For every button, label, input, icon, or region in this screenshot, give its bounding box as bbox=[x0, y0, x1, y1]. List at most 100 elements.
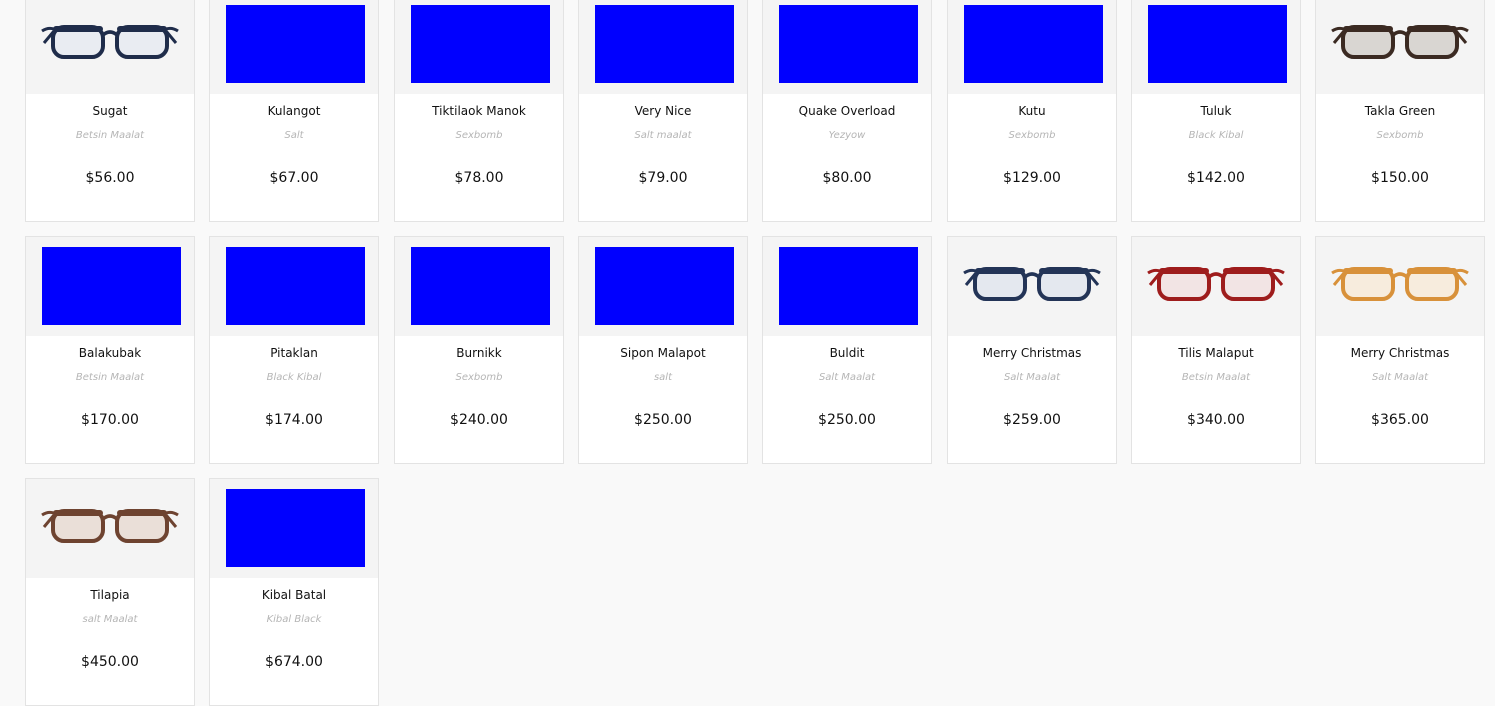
eyeglasses-icon bbox=[1331, 25, 1469, 59]
product-price: $80.00 bbox=[822, 170, 872, 186]
product-price: $365.00 bbox=[1371, 412, 1429, 428]
product-brand: Sexbomb bbox=[1008, 130, 1056, 141]
product-brand: Sexbomb bbox=[1376, 130, 1424, 141]
product-price: $79.00 bbox=[638, 170, 688, 186]
product-image[interactable] bbox=[948, 0, 1116, 94]
product-name[interactable]: Tilis Malaput bbox=[1132, 346, 1300, 360]
product-image[interactable] bbox=[210, 0, 378, 94]
product-price: $340.00 bbox=[1187, 412, 1245, 428]
product-name[interactable]: Sipon Malapot bbox=[579, 346, 747, 360]
product-brand: Salt maalat bbox=[634, 130, 692, 141]
product-card[interactable]: Takla Green Sexbomb $150.00 bbox=[1315, 0, 1485, 222]
image-placeholder bbox=[1148, 5, 1287, 83]
product-card[interactable]: Quake Overload Yezyow $80.00 bbox=[762, 0, 932, 222]
product-image[interactable] bbox=[395, 0, 563, 94]
product-price: $142.00 bbox=[1187, 170, 1245, 186]
product-image[interactable] bbox=[1316, 0, 1484, 94]
product-brand: Sexbomb bbox=[455, 372, 503, 383]
product-card[interactable]: Burnikk Sexbomb $240.00 bbox=[394, 236, 564, 464]
product-card[interactable]: Kutu Sexbomb $129.00 bbox=[947, 0, 1117, 222]
product-image[interactable] bbox=[763, 0, 931, 94]
product-name[interactable]: Merry Christmas bbox=[948, 346, 1116, 360]
product-image[interactable] bbox=[1316, 237, 1484, 336]
product-image[interactable] bbox=[1132, 0, 1300, 94]
eyeglasses-icon bbox=[1331, 267, 1469, 301]
product-brand: Kibal Black bbox=[266, 614, 322, 625]
product-brand: Salt Maalat bbox=[818, 372, 876, 383]
image-placeholder bbox=[226, 247, 365, 325]
image-placeholder bbox=[411, 247, 550, 325]
product-name[interactable]: Kulangot bbox=[210, 104, 378, 118]
product-brand: Sexbomb bbox=[455, 130, 503, 141]
product-name[interactable]: Tiktilaok Manok bbox=[395, 104, 563, 118]
product-card[interactable]: Very Nice Salt maalat $79.00 bbox=[578, 0, 748, 222]
product-price: $67.00 bbox=[269, 170, 319, 186]
image-placeholder bbox=[42, 247, 181, 325]
product-card[interactable]: Tilapia salt Maalat $450.00 bbox=[25, 478, 195, 706]
product-image[interactable] bbox=[1132, 237, 1300, 336]
product-brand: Betsin Maalat bbox=[75, 130, 145, 141]
product-price: $450.00 bbox=[81, 654, 139, 670]
product-card[interactable]: Pitaklan Black Kibal $174.00 bbox=[209, 236, 379, 464]
product-image[interactable] bbox=[763, 237, 931, 336]
product-card[interactable]: Balakubak Betsin Maalat $170.00 bbox=[25, 236, 195, 464]
product-card[interactable]: Sugat Betsin Maalat $56.00 bbox=[25, 0, 195, 222]
eyeglasses-icon bbox=[41, 509, 179, 543]
product-brand: Betsin Maalat bbox=[1181, 372, 1251, 383]
eyeglasses-icon bbox=[1147, 267, 1285, 301]
product-image[interactable] bbox=[579, 237, 747, 336]
product-price: $129.00 bbox=[1003, 170, 1061, 186]
product-card[interactable]: Sipon Malapot salt $250.00 bbox=[578, 236, 748, 464]
product-price: $170.00 bbox=[81, 412, 139, 428]
product-name[interactable]: Kibal Batal bbox=[210, 588, 378, 602]
product-card[interactable]: Merry Christmas Salt Maalat $259.00 bbox=[947, 236, 1117, 464]
product-price: $250.00 bbox=[818, 412, 876, 428]
image-placeholder bbox=[779, 5, 918, 83]
product-brand: Salt Maalat bbox=[1003, 372, 1061, 383]
product-image[interactable] bbox=[26, 237, 194, 336]
product-name[interactable]: Tuluk bbox=[1132, 104, 1300, 118]
eyeglasses-icon bbox=[963, 267, 1101, 301]
product-name[interactable]: Very Nice bbox=[579, 104, 747, 118]
product-brand: Betsin Maalat bbox=[75, 372, 145, 383]
product-card[interactable]: Buldit Salt Maalat $250.00 bbox=[762, 236, 932, 464]
product-price: $250.00 bbox=[634, 412, 692, 428]
product-name[interactable]: Balakubak bbox=[26, 346, 194, 360]
product-image[interactable] bbox=[210, 479, 378, 578]
product-name[interactable]: Sugat bbox=[26, 104, 194, 118]
product-price: $78.00 bbox=[454, 170, 504, 186]
product-image[interactable] bbox=[26, 479, 194, 578]
product-price: $240.00 bbox=[450, 412, 508, 428]
product-name[interactable]: Merry Christmas bbox=[1316, 346, 1484, 360]
product-name[interactable]: Kutu bbox=[948, 104, 1116, 118]
product-name[interactable]: Pitaklan bbox=[210, 346, 378, 360]
product-card[interactable]: Kibal Batal Kibal Black $674.00 bbox=[209, 478, 379, 706]
product-card[interactable]: Tilis Malaput Betsin Maalat $340.00 bbox=[1131, 236, 1301, 464]
product-card[interactable]: Kulangot Salt $67.00 bbox=[209, 0, 379, 222]
product-price: $174.00 bbox=[265, 412, 323, 428]
product-brand: salt bbox=[653, 372, 673, 383]
product-image[interactable] bbox=[210, 237, 378, 336]
image-placeholder bbox=[226, 5, 365, 83]
product-price: $259.00 bbox=[1003, 412, 1061, 428]
product-image[interactable] bbox=[395, 237, 563, 336]
image-placeholder bbox=[595, 247, 734, 325]
product-card[interactable]: Tuluk Black Kibal $142.00 bbox=[1131, 0, 1301, 222]
product-image[interactable] bbox=[26, 0, 194, 94]
product-name[interactable]: Tilapia bbox=[26, 588, 194, 602]
image-placeholder bbox=[779, 247, 918, 325]
product-brand: Black Kibal bbox=[1188, 130, 1244, 141]
product-card[interactable]: Merry Christmas Salt Maalat $365.00 bbox=[1315, 236, 1485, 464]
product-brand: Black Kibal bbox=[266, 372, 322, 383]
product-name[interactable]: Burnikk bbox=[395, 346, 563, 360]
image-placeholder bbox=[411, 5, 550, 83]
product-brand: Salt bbox=[284, 130, 304, 141]
image-placeholder bbox=[964, 5, 1103, 83]
product-image[interactable] bbox=[948, 237, 1116, 336]
product-name[interactable]: Buldit bbox=[763, 346, 931, 360]
product-name[interactable]: Takla Green bbox=[1316, 104, 1484, 118]
product-name[interactable]: Quake Overload bbox=[763, 104, 931, 118]
product-image[interactable] bbox=[579, 0, 747, 94]
eyeglasses-icon bbox=[41, 25, 179, 59]
product-card[interactable]: Tiktilaok Manok Sexbomb $78.00 bbox=[394, 0, 564, 222]
